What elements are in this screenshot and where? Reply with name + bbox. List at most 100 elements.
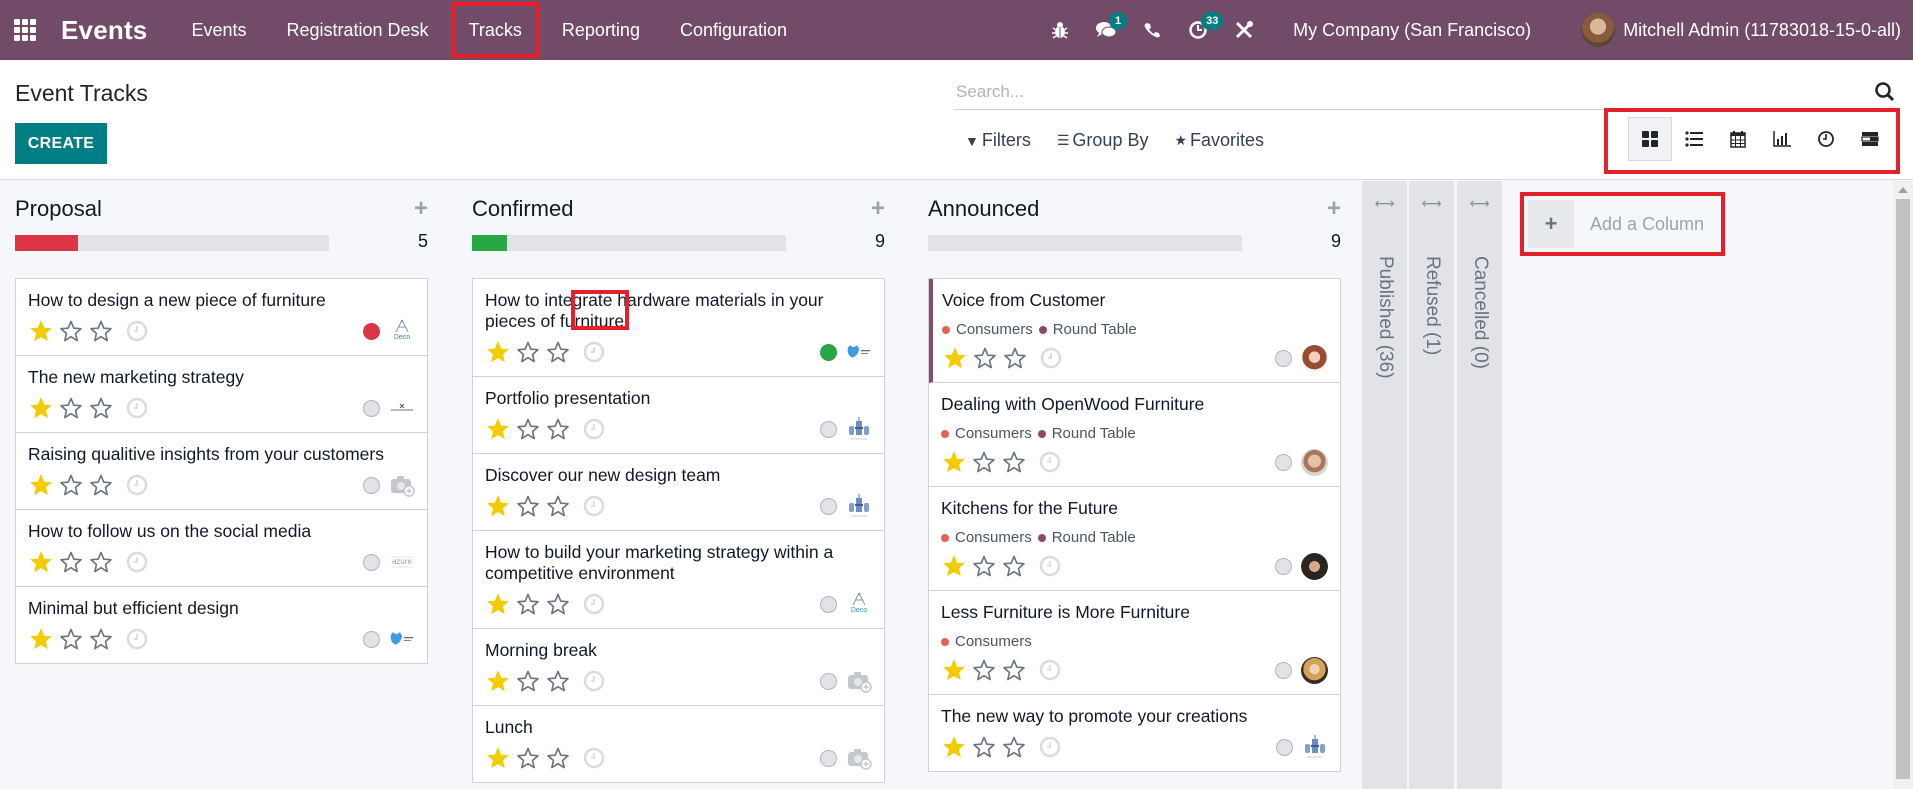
- priority-star-icon[interactable]: [942, 345, 968, 371]
- kanban-state-dot[interactable]: [820, 749, 837, 767]
- graph-view-button[interactable]: [1760, 117, 1804, 161]
- folded-column-published[interactable]: ⟷ Published (36): [1362, 181, 1407, 789]
- debug-bug-icon[interactable]: [1037, 0, 1083, 60]
- priority-star-icon[interactable]: [58, 395, 84, 421]
- kanban-state-dot[interactable]: [820, 672, 837, 690]
- kanban-state-dot[interactable]: [1275, 661, 1292, 679]
- scrollbar-thumb[interactable]: [1896, 199, 1910, 779]
- kanban-state-dot[interactable]: [363, 476, 380, 494]
- quick-create-plus-icon[interactable]: +: [414, 195, 428, 223]
- kanban-card[interactable]: Portfolio presentation: [473, 377, 884, 454]
- activity-clock-icon[interactable]: [583, 418, 605, 440]
- activity-view-button[interactable]: [1804, 117, 1848, 161]
- menu-registration-desk[interactable]: Registration Desk: [267, 0, 449, 60]
- kanban-card[interactable]: Lunch: [473, 706, 884, 782]
- activity-clock-icon[interactable]: [1040, 347, 1062, 369]
- activity-clock-icon[interactable]: [583, 670, 605, 692]
- priority-star-icon[interactable]: [515, 668, 541, 694]
- priority-star-icon[interactable]: [28, 549, 54, 575]
- search-input[interactable]: [954, 81, 1874, 102]
- priority-star-icon[interactable]: [58, 472, 84, 498]
- priority-star-icon[interactable]: [28, 318, 54, 344]
- priority-star-icon[interactable]: [485, 339, 511, 365]
- column-title[interactable]: Proposal: [15, 196, 102, 222]
- kanban-state-dot[interactable]: [363, 399, 380, 417]
- priority-star-icon[interactable]: [515, 591, 541, 617]
- kanban-card[interactable]: How to follow us on the social media azur…: [16, 510, 427, 587]
- add-column-button[interactable]: + Add a Column: [1528, 200, 1704, 248]
- priority-star-icon[interactable]: [28, 626, 54, 652]
- favorites-button[interactable]: ★ Favorites: [1174, 130, 1264, 151]
- priority-star-icon[interactable]: [1001, 449, 1027, 475]
- kanban-state-dot[interactable]: [1275, 349, 1292, 367]
- priority-star-icon[interactable]: [88, 395, 114, 421]
- activities-clock-icon[interactable]: 33: [1175, 0, 1224, 60]
- column-title[interactable]: Confirmed: [472, 196, 573, 222]
- gantt-view-button[interactable]: [1848, 117, 1892, 161]
- activity-clock-icon[interactable]: [126, 320, 148, 342]
- kanban-card[interactable]: Raising qualitive insights from your cus…: [16, 433, 427, 510]
- filters-button[interactable]: ▼ Filters: [965, 130, 1031, 151]
- priority-star-icon[interactable]: [941, 657, 967, 683]
- activity-clock-icon[interactable]: [583, 495, 605, 517]
- kanban-card[interactable]: Kitchens for the Future Consumers Round Ta…: [929, 487, 1340, 591]
- kanban-card[interactable]: The new way to promote your creations: [929, 695, 1340, 771]
- activity-clock-icon[interactable]: [583, 747, 605, 769]
- activity-clock-icon[interactable]: [1039, 555, 1061, 577]
- menu-configuration[interactable]: Configuration: [660, 0, 807, 60]
- priority-star-icon[interactable]: [58, 626, 84, 652]
- kanban-state-dot[interactable]: [363, 553, 380, 571]
- kanban-state-dot[interactable]: [1275, 557, 1292, 575]
- priority-star-icon[interactable]: [58, 318, 84, 344]
- priority-star-icon[interactable]: [971, 553, 997, 579]
- kanban-view-button[interactable]: [1628, 117, 1672, 161]
- kanban-state-dot[interactable]: [820, 497, 837, 515]
- group-by-button[interactable]: ☰ Group By: [1057, 130, 1149, 151]
- priority-star-icon[interactable]: [545, 339, 571, 365]
- folded-column-cancelled[interactable]: ⟷ Cancelled (0): [1457, 181, 1502, 789]
- priority-star-icon[interactable]: [515, 745, 541, 771]
- kanban-state-dot[interactable]: [820, 343, 837, 361]
- kanban-card[interactable]: Voice from Customer Consumers Round Table: [929, 279, 1340, 383]
- apps-menu-icon[interactable]: [14, 19, 36, 41]
- quick-create-plus-icon[interactable]: +: [871, 195, 885, 223]
- activity-clock-icon[interactable]: [1039, 736, 1061, 758]
- priority-star-icon[interactable]: [545, 591, 571, 617]
- kanban-card[interactable]: How to build your marketing strategy wit…: [473, 531, 884, 629]
- priority-star-icon[interactable]: [1001, 553, 1027, 579]
- column-progress-bar[interactable]: [928, 235, 1242, 251]
- priority-star-icon[interactable]: [515, 416, 541, 442]
- kanban-card[interactable]: How to design a new piece of furniture De…: [16, 279, 427, 356]
- priority-star-icon[interactable]: [972, 345, 998, 371]
- priority-star-icon[interactable]: [485, 668, 511, 694]
- priority-star-icon[interactable]: [485, 493, 511, 519]
- kanban-card[interactable]: Dealing with OpenWood Furniture Consumers…: [929, 383, 1340, 487]
- activity-clock-icon[interactable]: [126, 628, 148, 650]
- priority-star-icon[interactable]: [545, 493, 571, 519]
- activity-clock-icon[interactable]: [583, 593, 605, 615]
- kanban-card[interactable]: Less Furniture is More Furniture Consumer…: [929, 591, 1340, 695]
- kanban-state-dot[interactable]: [1275, 453, 1292, 471]
- activity-clock-icon[interactable]: [583, 341, 605, 363]
- priority-star-icon[interactable]: [88, 472, 114, 498]
- create-button[interactable]: CREATE: [15, 123, 107, 164]
- menu-reporting[interactable]: Reporting: [542, 0, 660, 60]
- priority-star-icon[interactable]: [971, 734, 997, 760]
- priority-star-icon[interactable]: [485, 745, 511, 771]
- column-progress-bar[interactable]: [15, 235, 329, 251]
- user-menu[interactable]: Mitchell Admin (11783018-15-0-all): [1581, 13, 1901, 47]
- activity-clock-icon[interactable]: [126, 474, 148, 496]
- kanban-card[interactable]: Minimal but efficient design: [16, 587, 427, 663]
- kanban-card[interactable]: Discover our new design team: [473, 454, 884, 531]
- menu-tracks[interactable]: Tracks: [449, 0, 542, 60]
- priority-star-icon[interactable]: [88, 549, 114, 575]
- priority-star-icon[interactable]: [1001, 657, 1027, 683]
- vertical-scrollbar[interactable]: [1893, 181, 1913, 789]
- kanban-card[interactable]: Morning break: [473, 629, 884, 706]
- priority-star-icon[interactable]: [545, 668, 571, 694]
- priority-star-icon[interactable]: [485, 416, 511, 442]
- messages-icon[interactable]: 1: [1083, 0, 1129, 60]
- menu-events[interactable]: Events: [171, 0, 266, 60]
- priority-star-icon[interactable]: [28, 395, 54, 421]
- priority-star-icon[interactable]: [941, 449, 967, 475]
